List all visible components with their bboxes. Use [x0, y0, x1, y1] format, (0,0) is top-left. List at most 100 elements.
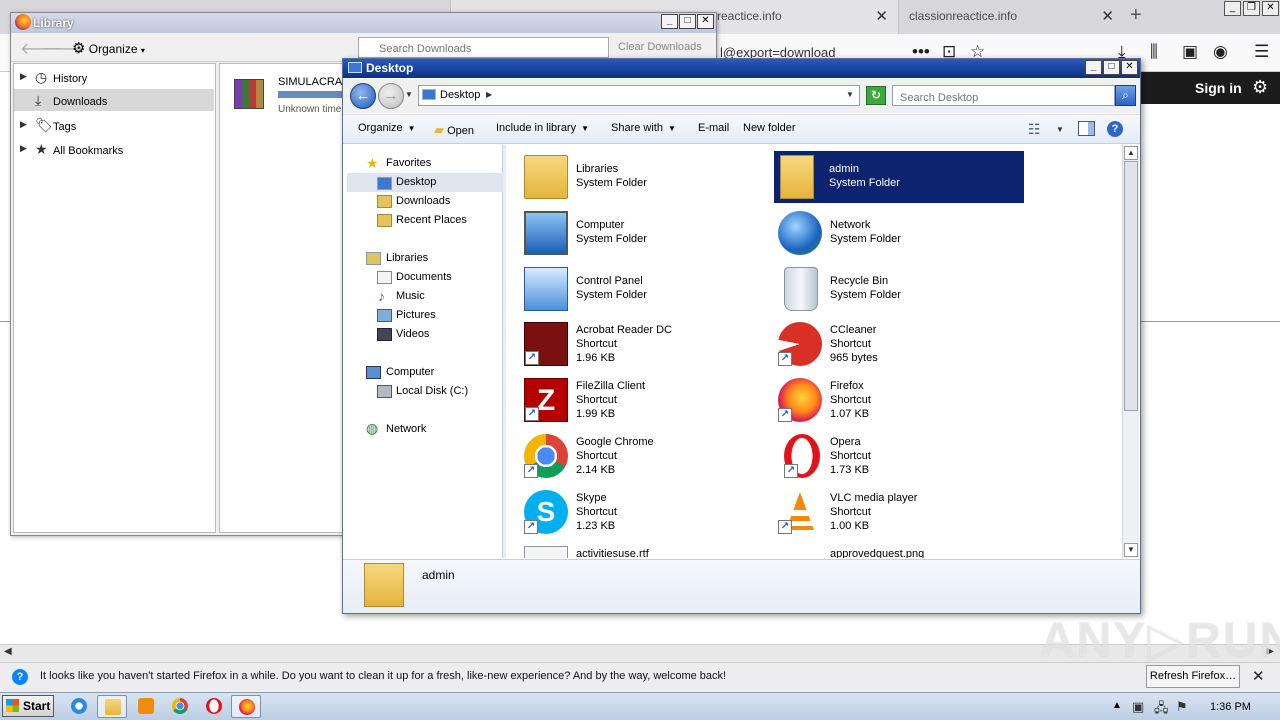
scroll-down-icon[interactable]: ▼ [1124, 543, 1138, 557]
list-item[interactable]: Libraries System Folder [516, 151, 766, 203]
nav-local-disk[interactable]: Local Disk (C:) [396, 385, 468, 397]
nav-downloads[interactable]: Downloads [396, 195, 450, 207]
restore-button[interactable]: ❐ [1243, 1, 1260, 16]
close-button[interactable]: ✕ [1262, 1, 1279, 16]
minimize-button[interactable]: _ [661, 14, 678, 29]
library-icon[interactable]: ⫼ [1150, 42, 1158, 62]
maximize-button[interactable]: □ [1103, 60, 1120, 75]
library-title-bar[interactable] [11, 13, 716, 33]
list-item[interactable]: ↗ Acrobat Reader DC Shortcut 1.96 KB [516, 321, 766, 373]
search-downloads-input[interactable] [358, 37, 609, 58]
clock[interactable]: 1:36 PM [1210, 701, 1251, 713]
tree-item-history[interactable]: ▶ ◷ History [14, 66, 214, 88]
close-icon[interactable]: ✕ [1252, 667, 1265, 685]
nav-libraries[interactable]: Libraries [386, 252, 428, 264]
scroll-up-icon[interactable]: ▲ [1124, 146, 1138, 160]
nav-network[interactable]: Network [386, 423, 426, 435]
browser-tab[interactable]: classionreactice.info ✕ [898, 0, 1124, 34]
refresh-icon[interactable]: ↻ [866, 86, 886, 105]
library-window-controls: _ □ ✕ [661, 14, 714, 29]
list-item[interactable]: Network System Folder [770, 207, 1020, 259]
taskbar-media-player-button[interactable] [131, 695, 161, 718]
account-icon[interactable]: ◉ [1213, 42, 1228, 62]
taskbar-ie-button[interactable] [64, 695, 94, 718]
organize-button[interactable]: Organize ▼ [358, 122, 416, 134]
vertical-scrollbar[interactable]: ▲ ▼ [1122, 145, 1139, 558]
expand-icon[interactable]: ▶ [20, 143, 27, 154]
list-item[interactable]: ↗ Google Chrome Shortcut 2.14 KB [516, 433, 766, 485]
sidebar-icon[interactable]: ▣ [1182, 42, 1198, 62]
tree-item-tags[interactable]: ▶ 🏷 Tags [14, 114, 214, 136]
media-tray-icon[interactable]: ▣ [1132, 699, 1144, 715]
help-icon[interactable]: ? [1107, 121, 1123, 137]
nav-desktop[interactable]: Desktop [396, 176, 436, 188]
list-item[interactable]: ↗ VLC media player Shortcut 1.00 KB [770, 489, 1020, 541]
address-bar[interactable] [418, 85, 860, 106]
view-dropdown-icon[interactable]: ▼ [1056, 125, 1064, 134]
download-name[interactable]: SIMULACRA.r [278, 76, 349, 88]
nav-videos[interactable]: Videos [396, 328, 429, 340]
new-tab-icon[interactable]: + [1130, 4, 1142, 27]
change-view-icon[interactable]: ☷ [1028, 121, 1041, 138]
pane-splitter[interactable] [503, 145, 506, 558]
taskbar-chrome-button[interactable] [165, 695, 195, 718]
sign-in-link[interactable]: Sign in [1195, 80, 1242, 96]
list-item[interactable]: admin System Folder [774, 151, 1024, 203]
list-item[interactable]: Z ↗ FileZilla Client Shortcut 1.99 KB [516, 377, 766, 429]
list-item[interactable]: approvedguest.png [770, 545, 1020, 558]
list-item[interactable]: ↗ CCleaner Shortcut 965 bytes [770, 321, 1020, 373]
address-dropdown-icon[interactable]: ▼ [846, 90, 854, 99]
list-item[interactable]: ↗ Opera Shortcut 1.73 KB [770, 433, 1020, 485]
list-item[interactable]: Computer System Folder [516, 207, 766, 259]
list-item[interactable]: activitiesuse.rtf [516, 545, 766, 558]
taskbar-firefox-button[interactable] [231, 695, 261, 718]
list-item[interactable]: ↗ Firefox Shortcut 1.07 KB [770, 377, 1020, 429]
network-tray-icon[interactable]: 🖧 [1154, 699, 1169, 720]
clear-downloads-button[interactable]: Clear Downloads [618, 41, 702, 53]
open-button[interactable]: ▰ Open [434, 122, 474, 138]
close-tab-icon[interactable]: ✕ [1101, 7, 1114, 25]
list-item[interactable]: Recycle Bin System Folder [770, 263, 1020, 315]
nav-music[interactable]: Music [396, 290, 425, 302]
nav-documents[interactable]: Documents [396, 271, 452, 283]
new-folder-button[interactable]: New folder [743, 122, 796, 134]
share-with-button[interactable]: Share with ▼ [611, 122, 676, 134]
taskbar-opera-button[interactable] [199, 695, 229, 718]
action-center-flag-icon[interactable]: ⚑ [1176, 699, 1188, 715]
gear-icon[interactable]: ⚙ [1252, 77, 1268, 98]
menu-icon[interactable]: ☰ [1254, 42, 1269, 62]
expand-icon[interactable]: ▶ [20, 119, 27, 130]
include-in-library-button[interactable]: Include in library ▼ [496, 122, 589, 134]
expand-icon[interactable]: ▶ [20, 71, 27, 82]
breadcrumb-chevron-icon[interactable]: ▶ [486, 90, 492, 99]
email-button[interactable]: E-mail [698, 122, 729, 134]
maximize-button[interactable]: □ [679, 14, 696, 29]
minimize-button[interactable]: _ [1085, 60, 1102, 75]
scrollbar-thumb[interactable] [1124, 161, 1138, 411]
show-hidden-icons-icon[interactable]: ▲ [1112, 700, 1122, 711]
close-tab-icon[interactable]: ✕ [875, 7, 888, 25]
list-item[interactable]: S ↗ Skype Shortcut 1.23 KB [516, 489, 766, 541]
tree-item-all-bookmarks[interactable]: ▶ ★ All Bookmarks [14, 138, 214, 160]
back-arrow-icon[interactable]: ← [350, 83, 376, 109]
organize-button[interactable]: ⚙ Organize ▾ [72, 39, 145, 57]
search-desktop-input[interactable] [892, 85, 1115, 106]
taskbar-explorer-button[interactable] [97, 695, 127, 718]
forward-arrow-icon[interactable]: → [378, 83, 404, 109]
list-item[interactable]: Control Panel System Folder [516, 263, 766, 315]
nav-computer[interactable]: Computer [386, 366, 434, 378]
search-icon[interactable]: ⌕ [1115, 85, 1136, 106]
recent-pages-dropdown-icon[interactable]: ▼ [405, 90, 413, 99]
explorer-title-bar[interactable] [343, 59, 1140, 78]
nav-pictures[interactable]: Pictures [396, 309, 436, 321]
close-button[interactable]: ✕ [697, 14, 714, 29]
refresh-firefox-button[interactable]: Refresh Firefox… [1146, 665, 1240, 688]
nav-favorites[interactable]: Favorites [386, 157, 431, 169]
scroll-left-icon[interactable]: ◀ [4, 646, 12, 657]
preview-pane-icon[interactable] [1078, 121, 1095, 136]
close-button[interactable]: ✕ [1121, 60, 1138, 75]
tree-item-downloads[interactable]: ⤓ Downloads [14, 89, 214, 111]
address-breadcrumb[interactable]: Desktop [440, 89, 480, 101]
nav-recent-places[interactable]: Recent Places [396, 214, 467, 226]
minimize-button[interactable]: _ [1224, 1, 1241, 16]
